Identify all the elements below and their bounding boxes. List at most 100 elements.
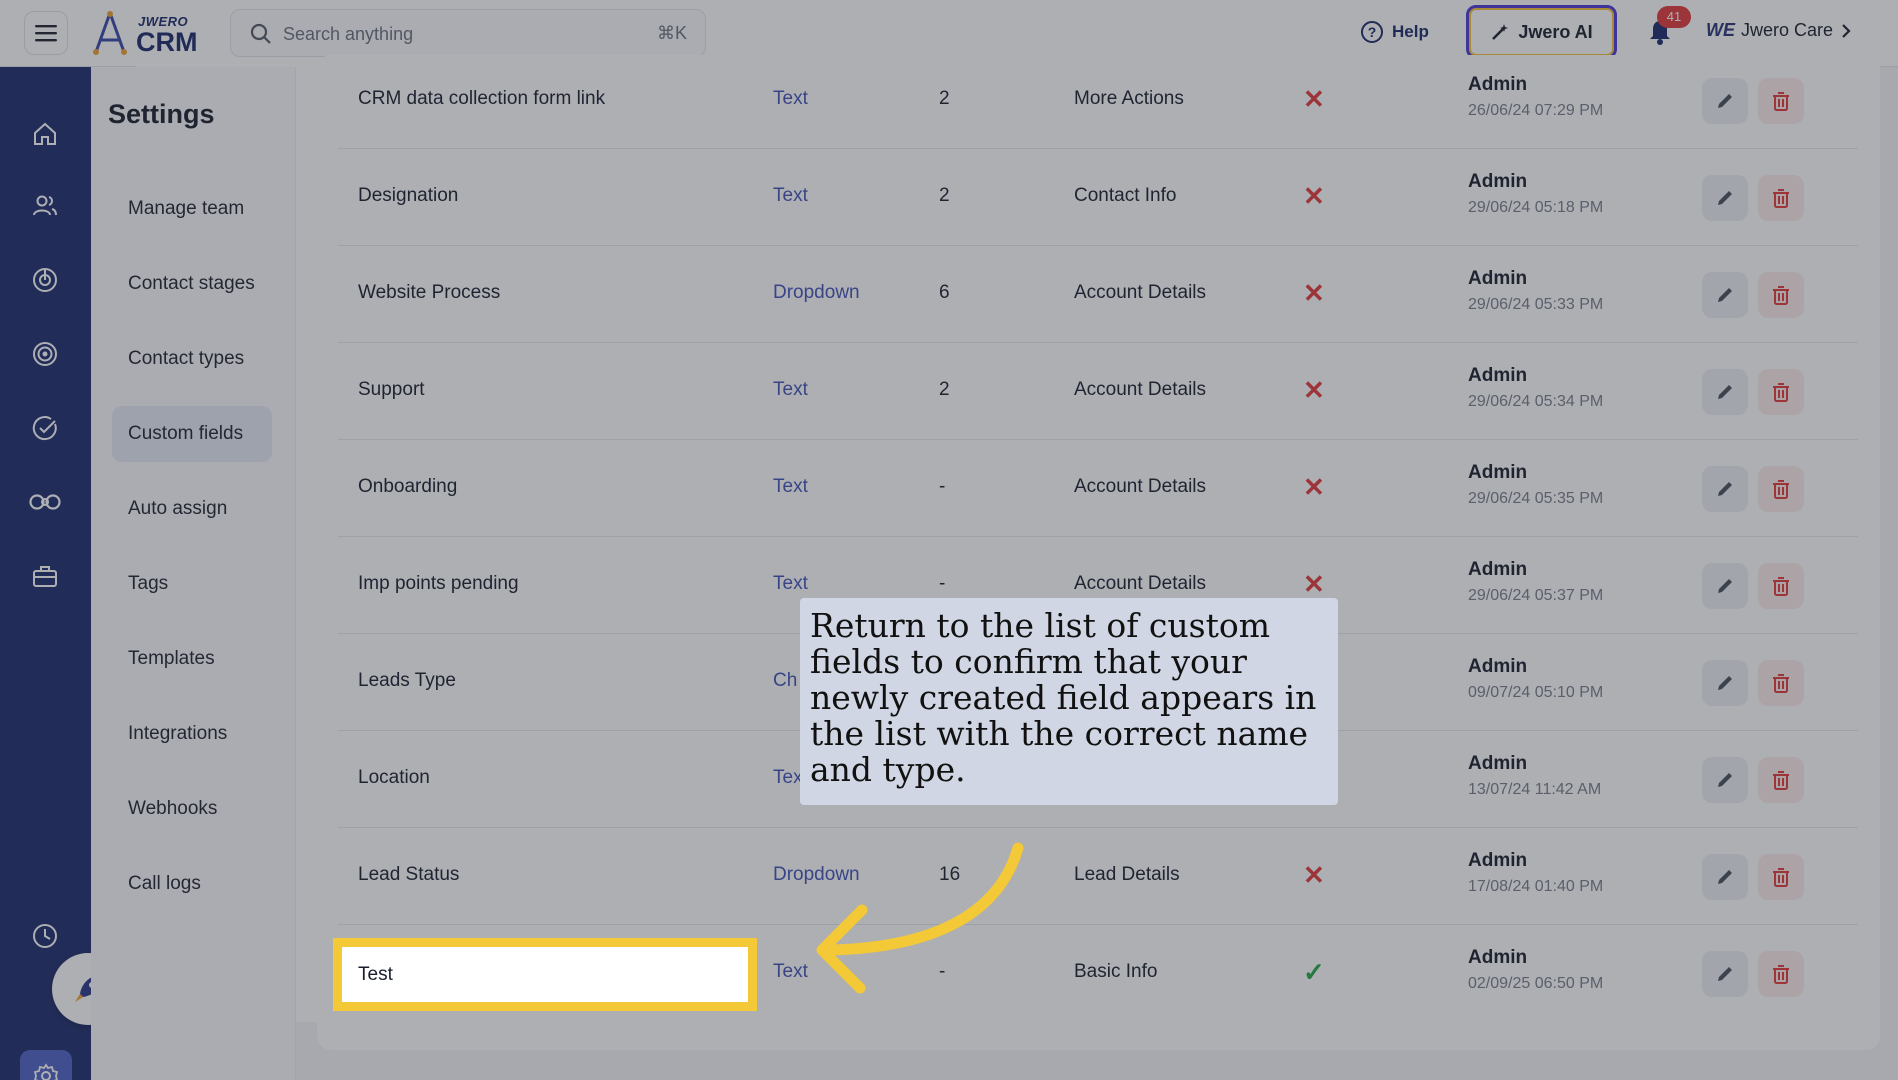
field-created-date: 29/06/24 05:18 PM	[1468, 199, 1604, 216]
trash-icon	[1773, 92, 1789, 111]
table-row: CRM data collection form link Text 2 More A…	[338, 52, 1858, 149]
field-required-status: ✕	[1303, 472, 1325, 502]
field-name: Designation	[358, 185, 459, 206]
sidebar-item-contact-stages[interactable]: Contact stages	[112, 256, 272, 312]
highlighted-field-name[interactable]: Test	[333, 938, 757, 1011]
field-name: Support	[358, 379, 425, 400]
field-created-by: Admin	[1468, 268, 1528, 289]
delete-field-button[interactable]	[1758, 854, 1804, 900]
help-button[interactable]: ? Help	[1360, 20, 1429, 44]
sidebar-item-tags[interactable]: Tags	[112, 556, 272, 612]
sidebar-item-webhooks[interactable]: Webhooks	[112, 781, 272, 837]
delete-field-button[interactable]	[1758, 369, 1804, 415]
field-options-count: 2	[939, 379, 950, 400]
pencil-icon	[1718, 773, 1732, 787]
field-section: More Actions	[1074, 88, 1184, 109]
care-label: Jwero Care	[1741, 20, 1834, 40]
edit-field-button[interactable]	[1702, 563, 1748, 609]
field-section: Account Details	[1074, 282, 1207, 303]
trash-icon	[1773, 480, 1789, 499]
field-section: Basic Info	[1074, 961, 1158, 982]
edit-field-button[interactable]	[1702, 78, 1748, 124]
sidebar-item-integrations[interactable]: Integrations	[112, 706, 272, 762]
edit-field-button[interactable]	[1702, 175, 1748, 221]
field-created-date: 09/07/24 05:10 PM	[1468, 684, 1604, 701]
nav-integrations[interactable]	[28, 485, 62, 519]
edit-field-button[interactable]	[1702, 757, 1748, 803]
field-name: Location	[358, 767, 430, 788]
field-type: Ch	[773, 670, 798, 691]
field-required-status: ✓	[1303, 957, 1325, 987]
app-logo[interactable]: JWERO CRM	[90, 10, 1699, 1022]
table-row: Lead Status Dropdown 16 Lead Details ✕ Admin 1…	[338, 828, 1858, 925]
field-required-status: ✕	[1303, 181, 1325, 211]
jwero-care-button[interactable]: WE Jwero Care	[1706, 20, 1853, 41]
edit-field-button[interactable]	[1702, 951, 1748, 997]
trash-icon	[1773, 771, 1789, 790]
nav-settings[interactable]	[20, 1050, 72, 1080]
nav-home[interactable]	[28, 117, 62, 151]
sidebar-item-call-logs[interactable]: Call logs	[112, 856, 272, 912]
hamburger-menu-button[interactable]	[24, 11, 68, 55]
jwero-ai-button[interactable]: Jwero AI	[1466, 5, 1617, 59]
field-name: Lead Status	[358, 864, 460, 885]
trash-icon	[1773, 868, 1789, 887]
edit-field-button[interactable]	[1702, 660, 1748, 706]
field-type: Text	[773, 476, 808, 497]
field-type: Tex	[773, 767, 803, 788]
field-created-date: 17/08/24 01:40 PM	[1468, 878, 1604, 895]
nav-tasks[interactable]	[28, 411, 62, 445]
global-search[interactable]: Search anything ⌘K	[230, 9, 706, 57]
nav-business[interactable]	[28, 559, 62, 593]
field-name: Leads Type	[358, 670, 456, 691]
briefcase-icon	[33, 566, 57, 587]
edit-field-button[interactable]	[1702, 854, 1748, 900]
field-created-by: Admin	[1468, 559, 1528, 580]
field-section: Account Details	[1074, 476, 1207, 497]
edit-field-button[interactable]	[1702, 466, 1748, 512]
sidebar-item-contact-types[interactable]: Contact types	[112, 331, 272, 387]
field-required-status: ✕	[1303, 860, 1325, 890]
sidebar-item-templates[interactable]: Templates	[112, 631, 272, 687]
delete-field-button[interactable]	[1758, 466, 1804, 512]
edit-field-button[interactable]	[1702, 369, 1748, 415]
field-name: Onboarding	[358, 476, 458, 497]
pencil-icon	[1718, 385, 1732, 399]
trash-icon	[1773, 577, 1789, 596]
field-created-by: Admin	[1468, 947, 1528, 968]
sidebar-item-manage-team[interactable]: Manage team	[112, 181, 272, 237]
sidebar-item-auto-assign[interactable]: Auto assign	[112, 481, 272, 537]
delete-field-button[interactable]	[1758, 272, 1804, 318]
nav-goals[interactable]	[28, 337, 62, 371]
table-row: Website Process Dropdown 6 Account Details ✕…	[338, 246, 1858, 343]
callout-text: Return to the list of custom fields to c…	[810, 606, 1317, 789]
pencil-icon	[1718, 967, 1732, 981]
field-created-date: 29/06/24 05:35 PM	[1468, 490, 1604, 507]
nav-activity[interactable]	[28, 263, 62, 297]
field-required-status: ✕	[1303, 84, 1325, 114]
svg-text:?: ?	[1368, 24, 1377, 40]
search-icon	[250, 23, 271, 44]
delete-field-button[interactable]	[1758, 78, 1804, 124]
delete-field-button[interactable]	[1758, 563, 1804, 609]
delete-field-button[interactable]	[1758, 951, 1804, 997]
field-created-by: Admin	[1468, 656, 1528, 677]
field-section: Account Details	[1074, 379, 1207, 400]
help-label: Help	[1392, 22, 1429, 41]
nav-history[interactable]	[28, 919, 62, 953]
field-created-date: 26/06/24 07:29 PM	[1468, 102, 1604, 119]
delete-field-button[interactable]	[1758, 175, 1804, 221]
magic-wand-icon	[1492, 24, 1509, 40]
delete-field-button[interactable]	[1758, 757, 1804, 803]
jwero-ai-label: Jwero AI	[1518, 21, 1593, 42]
notification-count-badge: 41	[1657, 6, 1691, 28]
settings-sidebar: Settings Manage team Contact stages Cont…	[91, 67, 296, 1080]
nav-contacts[interactable]	[28, 189, 62, 223]
field-section: Account Details	[1074, 573, 1207, 594]
field-created-by: Admin	[1468, 753, 1528, 774]
edit-field-button[interactable]	[1702, 272, 1748, 318]
field-created-by: Admin	[1468, 462, 1528, 483]
pencil-icon	[1718, 676, 1732, 690]
delete-field-button[interactable]	[1758, 660, 1804, 706]
sidebar-item-custom-fields[interactable]: Custom fields	[112, 406, 272, 462]
